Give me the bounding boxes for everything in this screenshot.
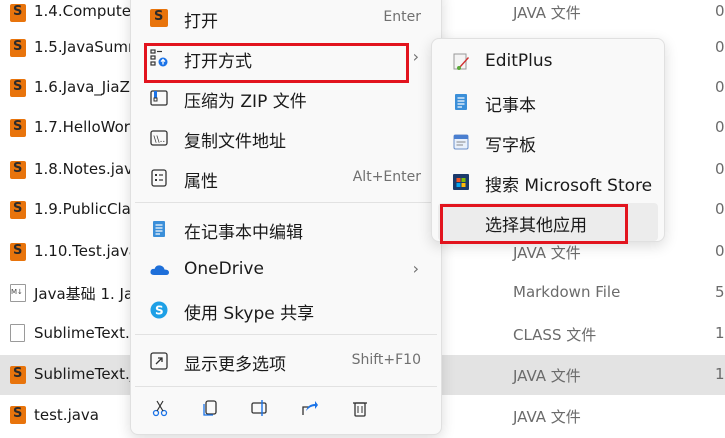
file-name: test.java (34, 406, 100, 424)
file-type: JAVA 文件 (513, 408, 581, 426)
notepad-icon (150, 220, 168, 238)
menu-item-label: 使用 Skype 共享 (184, 304, 315, 324)
file-name: 1.4.Compute (34, 2, 132, 20)
submenu-item-label: 写字板 (485, 136, 536, 156)
annotation-highlight-choose-other (440, 204, 628, 244)
menu-item-copy-path[interactable]: \\.. 复制文件地址 (131, 119, 441, 157)
menu-item-label: 打开 (184, 12, 218, 32)
sublime-file-icon (10, 161, 26, 179)
menu-item-onedrive[interactable]: OneDrive › (131, 251, 441, 289)
file-name: 1.8.Notes.java (34, 160, 143, 178)
skype-icon: S (150, 301, 168, 319)
zip-icon (150, 89, 168, 107)
submenu-item-notepad[interactable]: 记事本 (432, 83, 664, 121)
shortcut-label: Shift+F10 (351, 352, 421, 368)
file-size: 5 (715, 283, 725, 301)
menu-item-edit-notepad[interactable]: 在记事本中编辑 (131, 210, 441, 248)
menu-separator (135, 202, 437, 203)
delete-icon[interactable] (351, 399, 371, 419)
more-options-icon (150, 352, 168, 370)
submenu-item-editplus[interactable]: EditPlus (432, 43, 664, 81)
menu-separator (135, 334, 437, 335)
file-name: 1.9.PublicClas (34, 200, 139, 218)
menu-item-label: OneDrive (184, 259, 264, 279)
onedrive-icon (150, 261, 169, 279)
file-size: 0 (715, 38, 725, 56)
file-type: CLASS 文件 (513, 326, 597, 344)
file-size: 0 (715, 200, 725, 218)
menu-item-compress-zip[interactable]: 压缩为 ZIP 文件 (131, 79, 441, 117)
file-name: 1.6.Java_JiaZa (34, 78, 140, 96)
notepad-icon (452, 93, 470, 111)
sublime-file-icon (10, 243, 26, 261)
submenu-item-label: 搜索 Microsoft Store (485, 176, 653, 196)
menu-item-label: 在记事本中编辑 (184, 223, 303, 243)
editplus-icon (452, 53, 470, 71)
svg-text:S: S (155, 304, 164, 318)
svg-text:\\..: \\.. (154, 135, 166, 145)
file-name: 1.10.Test.java (34, 242, 138, 260)
submenu-item-label: EditPlus (485, 51, 553, 71)
chevron-right-icon: › (412, 47, 419, 66)
copy-icon[interactable] (201, 399, 221, 419)
file-name: 1.7.HelloWor (34, 118, 130, 136)
menu-item-label: 压缩为 ZIP 文件 (184, 92, 307, 112)
menu-item-more-options[interactable]: 显示更多选项 Shift+F10 (131, 342, 441, 380)
menu-item-label: 复制文件地址 (184, 132, 286, 152)
sublime-icon (150, 9, 168, 27)
file-name: SublimeText. (34, 324, 130, 342)
shortcut-label: Enter (383, 9, 421, 25)
file-size: 0 (715, 78, 725, 96)
file-type: JAVA 文件 (513, 244, 581, 262)
file-name: 1.5.JavaSumm (34, 38, 143, 56)
file-name: SublimeText.j (34, 365, 134, 383)
properties-icon (150, 169, 168, 187)
menu-item-skype-share[interactable]: S 使用 Skype 共享 (131, 291, 441, 329)
sublime-file-icon (10, 406, 26, 424)
file-type: JAVA 文件 (513, 367, 581, 385)
document-file-icon (10, 324, 25, 342)
shortcut-label: Alt+Enter (352, 169, 421, 185)
menu-item-label: 显示更多选项 (184, 355, 286, 375)
sublime-file-icon (10, 201, 26, 219)
file-size: 1 (715, 365, 725, 383)
sublime-file-icon (10, 39, 26, 57)
submenu-item-label: 记事本 (485, 96, 536, 116)
menu-separator (135, 386, 437, 387)
markdown-file-icon (10, 284, 26, 302)
cut-icon[interactable] (151, 399, 171, 419)
share-icon[interactable] (301, 399, 321, 419)
sublime-file-icon (10, 79, 26, 97)
sublime-file-icon (10, 119, 26, 137)
file-size: 1 (715, 324, 725, 342)
menu-item-open[interactable]: 打开 Enter (131, 0, 441, 37)
sublime-file-icon (10, 4, 26, 22)
copy-path-icon: \\.. (150, 129, 168, 147)
file-size: 0 (715, 2, 725, 20)
chevron-right-icon: › (412, 259, 419, 278)
menu-item-label: 属性 (184, 172, 218, 192)
file-size: 0 (715, 242, 725, 260)
file-name: Java基础 1. Ja (34, 285, 134, 303)
submenu-item-wordpad[interactable]: 写字板 (432, 123, 664, 161)
menu-action-toolbar (131, 399, 441, 429)
annotation-highlight-open-with (144, 43, 409, 83)
file-size: 0 (715, 118, 725, 136)
rename-icon[interactable] (251, 399, 271, 419)
file-size: 0 (715, 160, 725, 178)
menu-item-properties[interactable]: 属性 Alt+Enter (131, 159, 441, 197)
sublime-file-icon (10, 366, 26, 384)
submenu-item-store-search[interactable]: 搜索 Microsoft Store (432, 163, 664, 201)
wordpad-icon (452, 133, 470, 151)
file-type: JAVA 文件 (513, 4, 581, 22)
microsoft-store-icon (452, 173, 470, 191)
file-type: Markdown File (513, 283, 621, 301)
